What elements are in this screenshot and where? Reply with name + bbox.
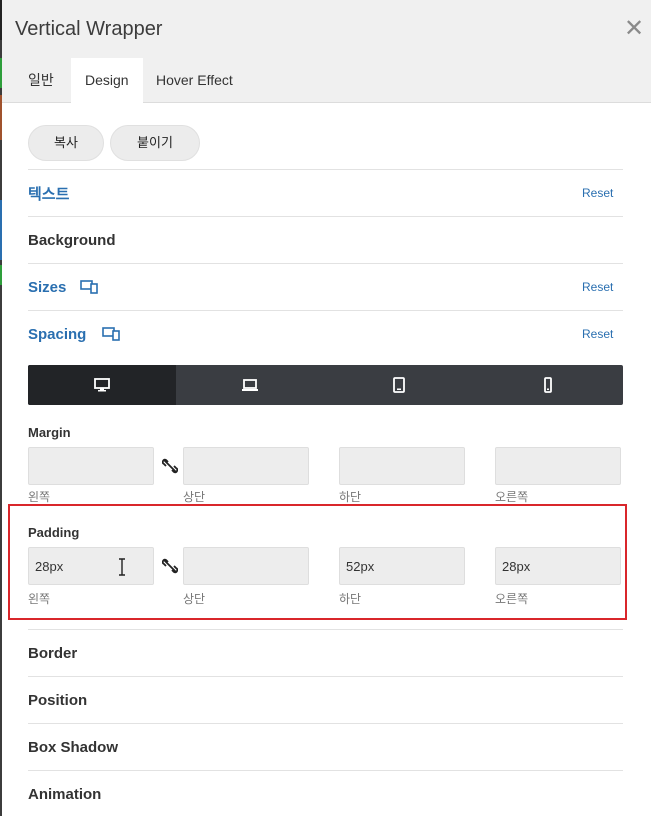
tablet-icon [393, 377, 405, 393]
margin-bottom-sublabel: 하단 [339, 490, 362, 504]
divider [28, 263, 623, 264]
panel-title: Vertical Wrapper [15, 18, 163, 40]
margin-left-sublabel: 왼쪽 [28, 490, 51, 504]
padding-right-input[interactable] [495, 547, 621, 585]
margin-top-sublabel: 상단 [183, 490, 206, 504]
margin-top-input[interactable] [183, 447, 309, 485]
sizes-reset-link[interactable]: Reset [582, 280, 613, 294]
divider [28, 723, 623, 724]
device-tablet-button[interactable] [325, 365, 473, 405]
unlink-icon[interactable] [162, 458, 178, 474]
section-sizes[interactable]: Sizes [28, 279, 66, 296]
tab-general[interactable]: 일반 [14, 58, 68, 102]
divider [28, 310, 623, 311]
desktop-icon [94, 378, 110, 392]
unlink-icon[interactable] [162, 558, 178, 574]
copy-button[interactable]: 복사 [28, 125, 104, 161]
section-spacing[interactable]: Spacing [28, 326, 86, 343]
responsive-icon[interactable] [102, 327, 120, 341]
laptop-icon [242, 379, 258, 391]
padding-right-sublabel: 오른쪽 [495, 592, 529, 606]
padding-bottom-sublabel: 하단 [339, 592, 362, 606]
phone-icon [544, 377, 552, 393]
tab-bar: 일반 Design Hover Effect [2, 58, 651, 103]
margin-right-input[interactable] [495, 447, 621, 485]
padding-bottom-input[interactable] [339, 547, 465, 585]
spacing-reset-link[interactable]: Reset [582, 327, 613, 341]
panel-header: Vertical Wrapper ✕ [2, 0, 651, 58]
padding-left-sublabel: 왼쪽 [28, 592, 51, 606]
section-background[interactable]: Background [28, 232, 116, 249]
section-position[interactable]: Position [28, 692, 87, 709]
divider [28, 169, 623, 170]
section-box-shadow[interactable]: Box Shadow [28, 739, 118, 756]
text-reset-link[interactable]: Reset [582, 186, 613, 200]
device-laptop-button[interactable] [176, 365, 324, 405]
margin-right-sublabel: 오른쪽 [495, 490, 529, 504]
device-switcher [28, 365, 623, 405]
text-cursor-icon [118, 558, 125, 576]
margin-left-input[interactable] [28, 447, 154, 485]
divider [28, 770, 623, 771]
device-phone-button[interactable] [474, 365, 622, 405]
paste-button[interactable]: 붙이기 [110, 125, 200, 161]
divider [28, 629, 623, 630]
device-desktop-button[interactable] [28, 365, 176, 405]
responsive-icon[interactable] [80, 280, 98, 294]
padding-top-input[interactable] [183, 547, 309, 585]
close-icon[interactable]: ✕ [624, 16, 644, 42]
padding-top-sublabel: 상단 [183, 592, 206, 606]
tab-hover-effect[interactable]: Hover Effect [142, 58, 247, 102]
divider [28, 216, 623, 217]
tab-design[interactable]: Design [71, 58, 143, 103]
section-animation[interactable]: Animation [28, 786, 101, 803]
settings-panel: Vertical Wrapper ✕ 일반 Design Hover Effec… [2, 0, 651, 816]
section-border[interactable]: Border [28, 645, 77, 662]
divider [28, 676, 623, 677]
section-text[interactable]: 텍스트 [28, 183, 69, 204]
padding-left-input[interactable] [28, 547, 154, 585]
padding-label: Padding [28, 525, 80, 540]
margin-label: Margin [28, 425, 71, 440]
margin-bottom-input[interactable] [339, 447, 465, 485]
